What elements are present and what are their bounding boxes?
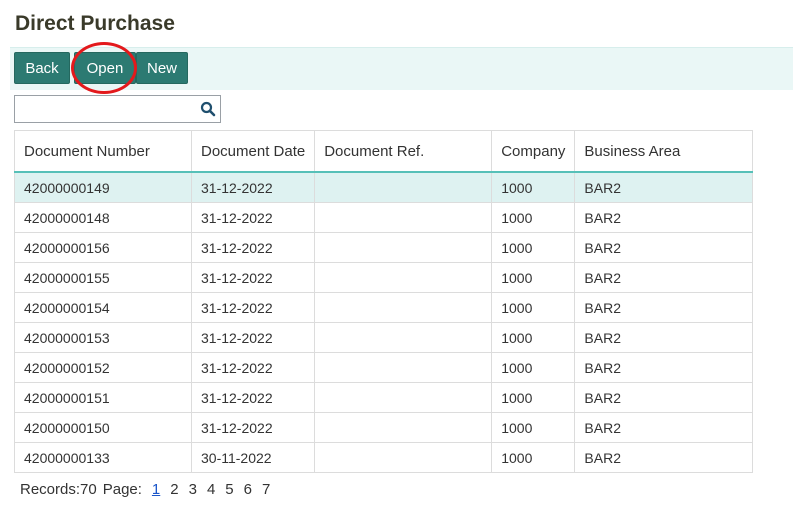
table-cell: BAR2: [574, 262, 754, 293]
new-button[interactable]: New: [136, 52, 188, 84]
table-cell: 1000: [491, 262, 576, 293]
toolbar: Back Open New: [10, 47, 793, 90]
table-cell: 42000000150: [14, 412, 192, 443]
table-cell: [314, 322, 493, 353]
table-cell: 31-12-2022: [190, 292, 316, 323]
table-row[interactable]: 42000000149 31-12-2022 1000 BAR2: [14, 171, 754, 203]
pager: Records:70 Page: 1234567: [20, 481, 270, 498]
table-cell: 31-12-2022: [190, 322, 316, 353]
page-title: Direct Purchase: [15, 12, 175, 35]
table-row[interactable]: 42000000153 31-12-2022 1000 BAR2: [14, 322, 754, 353]
table-cell: 1000: [491, 171, 576, 203]
search-input[interactable]: [17, 98, 197, 120]
table-cell: [314, 292, 493, 323]
search-box: [14, 95, 221, 123]
table-cell: 42000000156: [14, 232, 192, 263]
table-cell: [314, 442, 493, 473]
column-header[interactable]: Company: [491, 130, 576, 173]
column-header[interactable]: Document Ref.: [314, 130, 493, 173]
table-cell: [314, 382, 493, 413]
page-link[interactable]: 4: [207, 481, 215, 498]
table-cell: 31-12-2022: [190, 171, 316, 203]
table-cell: BAR2: [574, 382, 754, 413]
table-cell: 42000000152: [14, 352, 192, 383]
table-cell: 31-12-2022: [190, 352, 316, 383]
search-icon[interactable]: [200, 101, 216, 117]
table-cell: BAR2: [574, 292, 754, 323]
table-cell: BAR2: [574, 412, 754, 443]
table-cell: 1000: [491, 412, 576, 443]
document-table: Document Number Document Date Document Ref…: [14, 130, 754, 473]
table-row[interactable]: 42000000154 31-12-2022 1000 BAR2: [14, 292, 754, 323]
table-cell: 42000000154: [14, 292, 192, 323]
table-cell: [314, 262, 493, 293]
table-row[interactable]: 42000000155 31-12-2022 1000 BAR2: [14, 262, 754, 293]
column-header[interactable]: Document Number: [14, 130, 192, 173]
page-label: Page:: [102, 481, 142, 498]
table-cell: 1000: [491, 202, 576, 233]
table-cell: BAR2: [574, 322, 754, 353]
table-cell: [314, 202, 493, 233]
table-cell: 1000: [491, 352, 576, 383]
table-cell: 42000000155: [14, 262, 192, 293]
table-row[interactable]: 42000000150 31-12-2022 1000 BAR2: [14, 412, 754, 443]
table-cell: 1000: [491, 292, 576, 323]
table-cell: 31-12-2022: [190, 262, 316, 293]
table-cell: [314, 171, 493, 203]
table-cell: [314, 232, 493, 263]
table-row[interactable]: 42000000156 31-12-2022 1000 BAR2: [14, 232, 754, 263]
page-link[interactable]: 2: [170, 481, 178, 498]
table-cell: [314, 352, 493, 383]
records-count: Records:70: [20, 481, 97, 498]
table-cell: 30-11-2022: [190, 442, 316, 473]
table-cell: 31-12-2022: [190, 202, 316, 233]
page-link[interactable]: 7: [262, 481, 270, 498]
table-cell: BAR2: [574, 352, 754, 383]
table-row[interactable]: 42000000133 30-11-2022 1000 BAR2: [14, 442, 754, 473]
column-header[interactable]: Document Date: [190, 130, 316, 173]
page-link[interactable]: 5: [225, 481, 233, 498]
table-cell: 42000000149: [14, 171, 192, 203]
table-cell: 1000: [491, 232, 576, 263]
table-cell: BAR2: [574, 202, 754, 233]
column-header[interactable]: Business Area: [574, 130, 754, 173]
table-header-row: Document Number Document Date Document Ref…: [14, 130, 754, 173]
table-cell: 42000000153: [14, 322, 192, 353]
table-cell: 1000: [491, 442, 576, 473]
table-cell: 31-12-2022: [190, 232, 316, 263]
table-cell: 42000000133: [14, 442, 192, 473]
page-link[interactable]: 3: [189, 481, 197, 498]
table-body: 42000000149 31-12-2022 1000 BAR2 42000000148…: [14, 171, 754, 473]
page-links: 1234567: [142, 481, 270, 498]
table-cell: 42000000151: [14, 382, 192, 413]
page-link[interactable]: 1: [152, 481, 160, 498]
page-link[interactable]: 6: [244, 481, 252, 498]
table-row[interactable]: 42000000151 31-12-2022 1000 BAR2: [14, 382, 754, 413]
table-cell: 31-12-2022: [190, 412, 316, 443]
table-row[interactable]: 42000000148 31-12-2022 1000 BAR2: [14, 202, 754, 233]
table-cell: 1000: [491, 382, 576, 413]
open-button[interactable]: Open: [74, 52, 136, 84]
back-button[interactable]: Back: [14, 52, 70, 84]
table-cell: BAR2: [574, 171, 754, 203]
table-row[interactable]: 42000000152 31-12-2022 1000 BAR2: [14, 352, 754, 383]
table-cell: 31-12-2022: [190, 382, 316, 413]
table-cell: [314, 412, 493, 443]
table-cell: 1000: [491, 322, 576, 353]
table-cell: BAR2: [574, 442, 754, 473]
table-cell: BAR2: [574, 232, 754, 263]
table-cell: 42000000148: [14, 202, 192, 233]
